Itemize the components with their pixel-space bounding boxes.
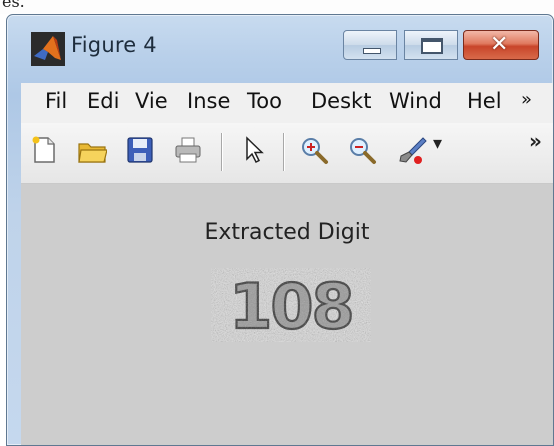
toolbar: ▾ » bbox=[21, 123, 553, 184]
open-folder-icon[interactable] bbox=[77, 135, 107, 165]
page-fragment-text: es. bbox=[2, 0, 25, 11]
zoom-in-icon[interactable] bbox=[299, 135, 329, 165]
extracted-digit-image: 108 bbox=[211, 268, 371, 342]
save-icon[interactable] bbox=[125, 135, 155, 165]
brush-icon[interactable] bbox=[397, 135, 427, 165]
menu-help[interactable]: Hel bbox=[467, 89, 502, 113]
minimize-icon bbox=[363, 48, 381, 54]
menu-insert[interactable]: Inse bbox=[187, 89, 230, 113]
zoom-out-icon[interactable] bbox=[347, 135, 377, 165]
menu-tools[interactable]: Too bbox=[247, 89, 282, 113]
toolbar-overflow-icon[interactable]: » bbox=[529, 129, 542, 153]
figure-canvas: Extracted Digit 108 bbox=[21, 184, 553, 445]
new-figure-icon[interactable] bbox=[29, 135, 59, 165]
brush-dropdown-icon[interactable]: ▾ bbox=[433, 133, 442, 154]
pointer-icon[interactable] bbox=[239, 135, 269, 165]
menu-bar: Fil Edi Vie Inse Too Deskt Wind Hel » bbox=[21, 83, 553, 123]
maximize-icon bbox=[421, 38, 443, 54]
menu-view[interactable]: Vie bbox=[135, 89, 168, 113]
toolbar-separator bbox=[221, 133, 222, 171]
axes-title: Extracted Digit bbox=[204, 220, 370, 245]
maximize-button[interactable] bbox=[404, 30, 458, 60]
matlab-icon bbox=[31, 32, 65, 66]
menu-window[interactable]: Wind bbox=[389, 89, 442, 113]
page-fragment: es. bbox=[0, 0, 554, 14]
menu-desktop[interactable]: Deskt bbox=[311, 89, 371, 113]
window-title: Figure 4 bbox=[71, 33, 157, 57]
menu-file[interactable]: Fil bbox=[45, 89, 67, 113]
menu-edit[interactable]: Edi bbox=[87, 89, 119, 113]
close-icon: ✕ bbox=[490, 32, 509, 57]
title-bar[interactable]: Figure 4 ✕ bbox=[7, 15, 553, 77]
figure-window: Figure 4 ✕ Fil Edi Vie Inse Too Deskt Wi… bbox=[6, 14, 554, 446]
close-button[interactable]: ✕ bbox=[463, 30, 539, 60]
minimize-button[interactable] bbox=[343, 30, 397, 60]
menu-overflow-icon[interactable]: » bbox=[521, 89, 532, 110]
toolbar-separator bbox=[283, 133, 284, 171]
print-icon[interactable] bbox=[173, 135, 203, 165]
